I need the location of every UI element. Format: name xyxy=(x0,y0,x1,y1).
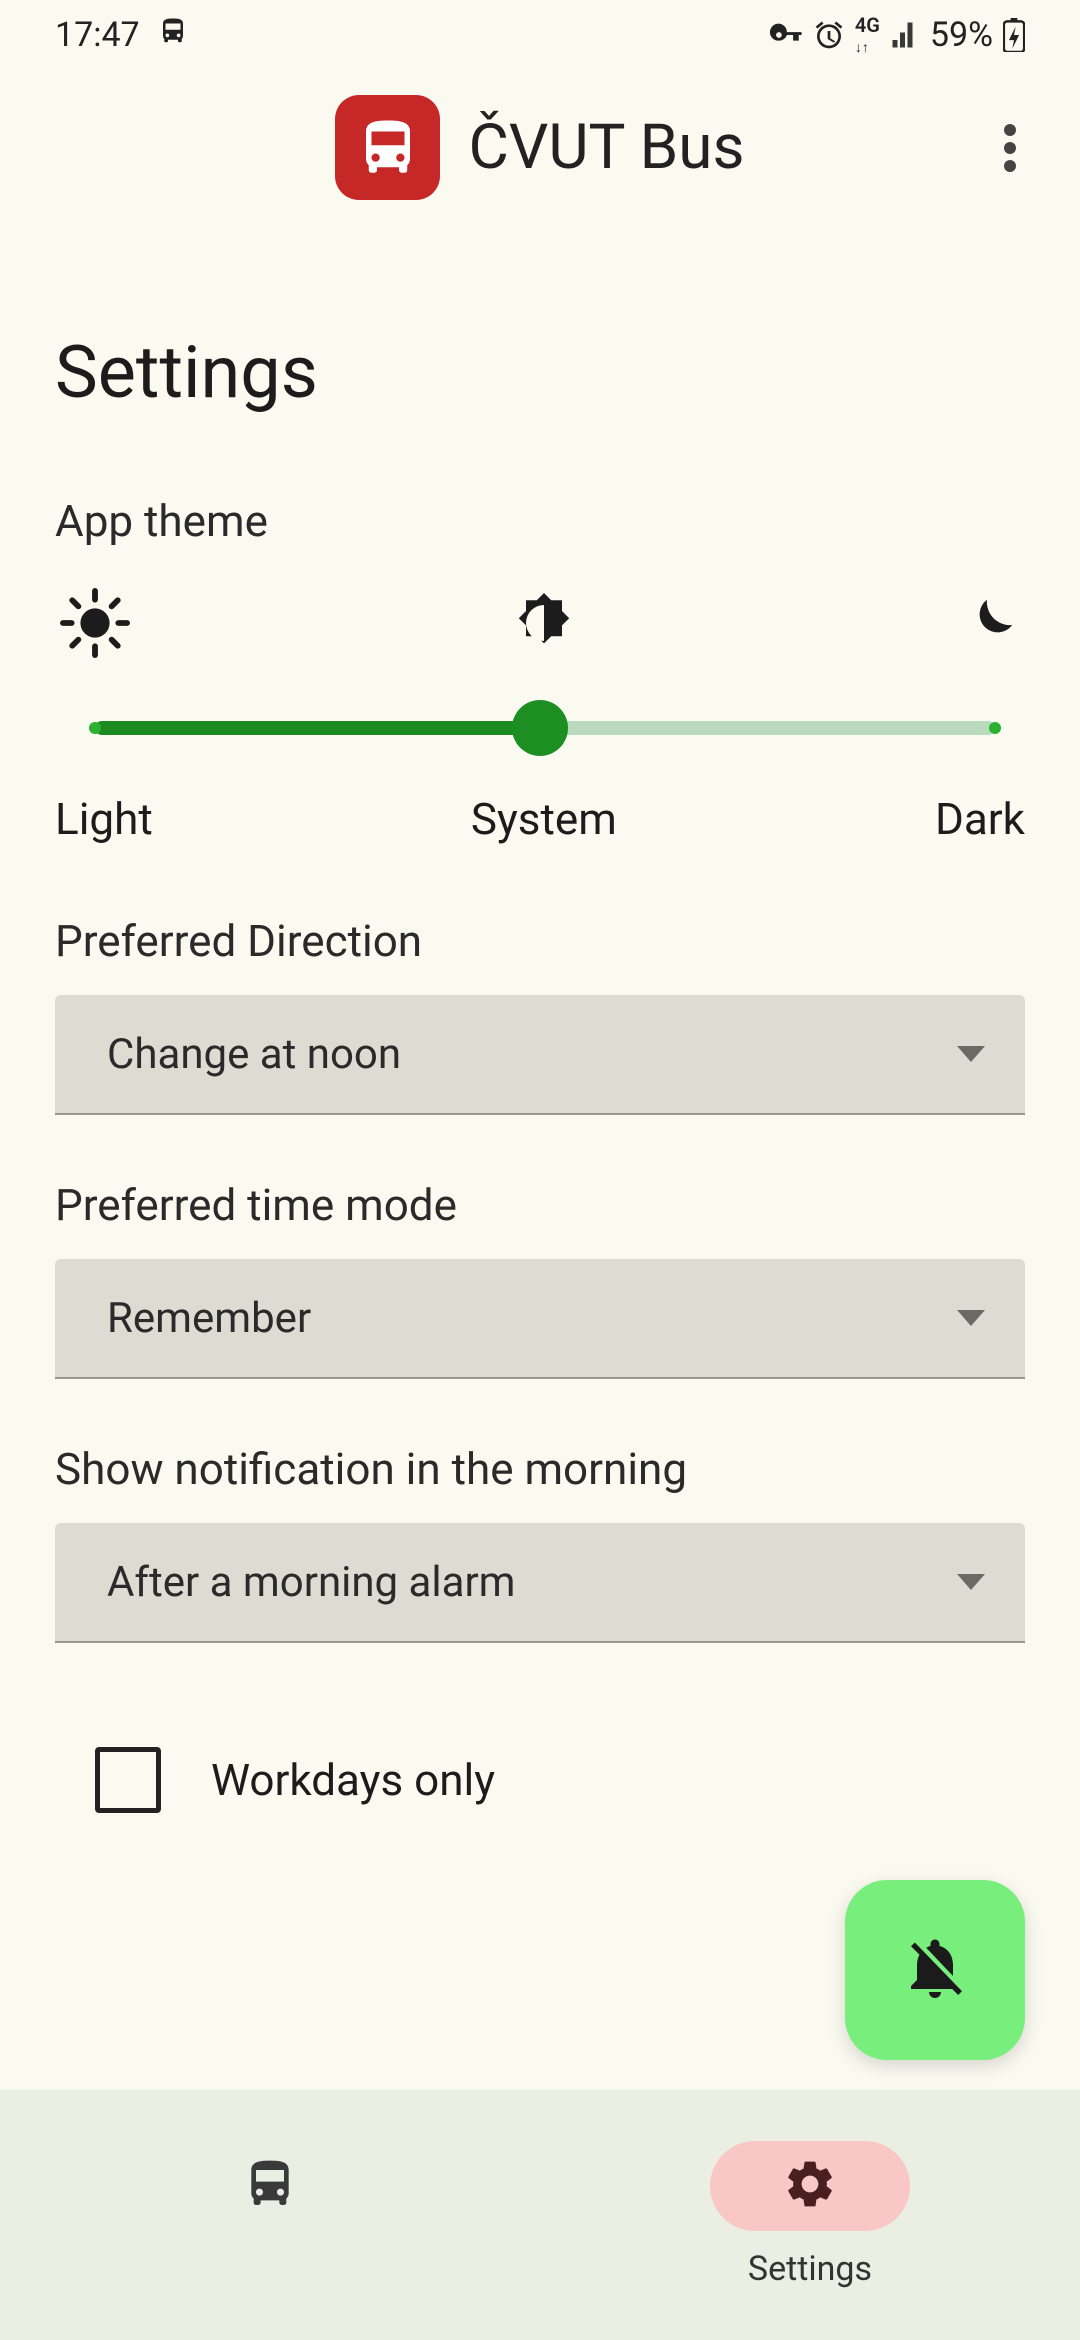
status-bar: 17:47 4G↓↑ 59% xyxy=(0,0,1080,70)
nav-icon-bus-wrap xyxy=(170,2141,370,2231)
battery-percent: 59% xyxy=(930,15,993,55)
chevron-down-icon xyxy=(957,1574,985,1590)
status-right: 4G↓↑ 59% xyxy=(769,15,1025,55)
theme-slider[interactable] xyxy=(55,703,1025,753)
mute-notifications-fab[interactable] xyxy=(845,1880,1025,2060)
direction-dropdown[interactable]: Change at noon xyxy=(55,995,1025,1115)
gear-icon xyxy=(782,2156,838,2216)
vpn-key-icon xyxy=(769,18,803,52)
slider-thumb[interactable] xyxy=(512,700,568,756)
app-bar: ČVUT Bus xyxy=(0,70,1080,250)
settings-content: Settings App theme Light System Dark Pre… xyxy=(0,330,1080,1853)
direction-label: Preferred Direction xyxy=(55,915,1025,967)
status-time: 17:47 xyxy=(55,15,140,55)
timemode-value: Remember xyxy=(107,1294,311,1343)
bus-indicator-icon xyxy=(158,15,188,55)
moon-icon xyxy=(958,592,1020,658)
checkbox-unchecked-icon[interactable] xyxy=(95,1747,161,1813)
alarm-icon xyxy=(813,19,845,51)
app-title: ČVUT Bus xyxy=(468,111,744,184)
theme-label-dark: Dark xyxy=(935,793,1025,845)
theme-label-system: System xyxy=(471,793,617,845)
timemode-dropdown[interactable]: Remember xyxy=(55,1259,1025,1379)
bottom-nav: . Settings xyxy=(0,2090,1080,2340)
theme-label-light: Light xyxy=(55,793,153,845)
workdays-label: Workdays only xyxy=(211,1754,495,1806)
theme-icons-row xyxy=(55,587,1025,663)
chevron-down-icon xyxy=(957,1046,985,1062)
notification-value: After a morning alarm xyxy=(107,1558,516,1607)
more-menu-button[interactable] xyxy=(980,118,1040,178)
notification-dropdown[interactable]: After a morning alarm xyxy=(55,1523,1025,1643)
sun-icon xyxy=(60,588,130,662)
nav-icon-settings-wrap xyxy=(710,2141,910,2231)
bus-icon xyxy=(242,2156,298,2216)
theme-section-label: App theme xyxy=(55,495,1025,547)
workdays-checkbox-row[interactable]: Workdays only xyxy=(55,1707,1025,1853)
app-logo-icon xyxy=(335,95,440,200)
nav-item-settings[interactable]: Settings xyxy=(540,2090,1080,2340)
signal-icon xyxy=(890,20,920,50)
brightness-auto-icon xyxy=(508,587,580,663)
theme-labels: Light System Dark xyxy=(55,793,1025,845)
nav-item-bus[interactable]: . xyxy=(0,2090,540,2340)
nav-label-settings: Settings xyxy=(748,2249,872,2289)
status-left: 17:47 xyxy=(55,15,188,55)
page-title: Settings xyxy=(55,330,1025,415)
direction-value: Change at noon xyxy=(107,1030,401,1079)
app-bar-center: ČVUT Bus xyxy=(100,95,980,200)
chevron-down-icon xyxy=(957,1310,985,1326)
battery-charging-icon xyxy=(1003,18,1025,52)
timemode-label: Preferred time mode xyxy=(55,1179,1025,1231)
notifications-off-icon xyxy=(899,1932,971,2008)
notification-label: Show notification in the morning xyxy=(55,1443,1025,1495)
network-4g-icon: 4G↓↑ xyxy=(855,15,880,55)
